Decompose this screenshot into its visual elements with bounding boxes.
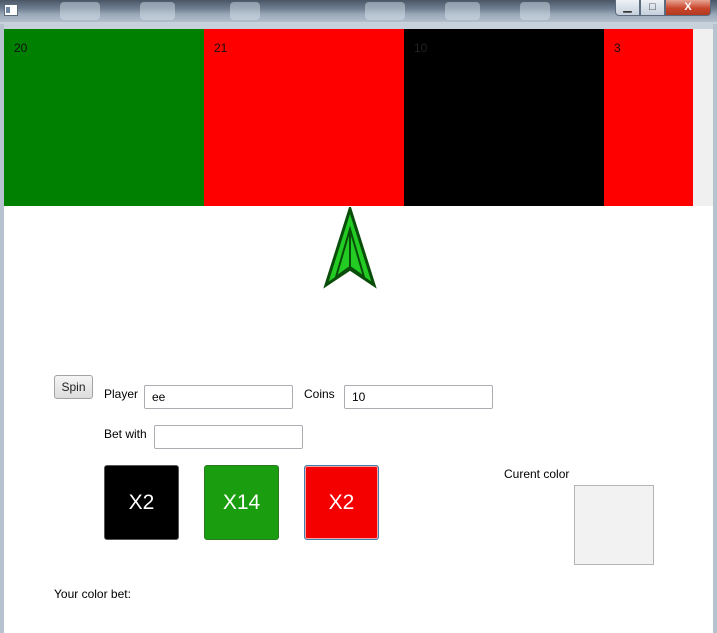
background-blur [140,2,175,20]
roulette-strip: 20 21 10 3 [4,29,693,206]
player-label: Player [104,387,139,401]
window-client-area: 20 21 10 3 Spin Player ee Coins 10 Bet w… [4,29,713,633]
roulette-tile: 10 [404,29,604,206]
roulette-tile: 20 [4,29,204,206]
close-button[interactable]: X [665,0,711,16]
maximize-button[interactable]: □ [640,0,665,16]
window-frame-right [713,24,717,633]
tile-number: 3 [614,41,621,55]
arrow-up-icon [323,207,377,289]
minimize-button[interactable]: ▁ [615,0,640,16]
current-color-label: Curent color [504,467,570,481]
window-controls: ▁ □ X [615,0,711,16]
window-frame-top [0,22,717,29]
app-icon [4,4,18,16]
spin-button[interactable]: Spin [54,375,93,399]
roulette-tile: 3 [604,29,693,206]
bet-black-button[interactable]: X2 [104,465,179,540]
tile-number: 21 [214,41,228,55]
bet-red-button[interactable]: X2 [304,465,379,540]
tile-number: 20 [14,41,28,55]
roulette-tile: 21 [204,29,404,206]
background-blur [445,2,480,20]
current-color-swatch [574,485,654,565]
coins-label: Coins [304,387,335,401]
background-blur [60,2,100,20]
coins-input[interactable]: 10 [344,385,493,409]
background-blur [230,2,260,20]
your-color-bet-label: Your color bet: [54,587,131,601]
tile-number: 10 [414,41,428,55]
bet-with-label: Bet with [104,427,147,441]
title-bar: ▁ □ X [0,0,717,24]
bet-green-button[interactable]: X14 [204,465,279,540]
player-input[interactable]: ee [144,385,293,409]
strip-background [693,29,713,206]
background-blur [520,2,550,20]
bet-amount-input[interactable] [154,425,303,449]
background-blur [365,2,405,20]
